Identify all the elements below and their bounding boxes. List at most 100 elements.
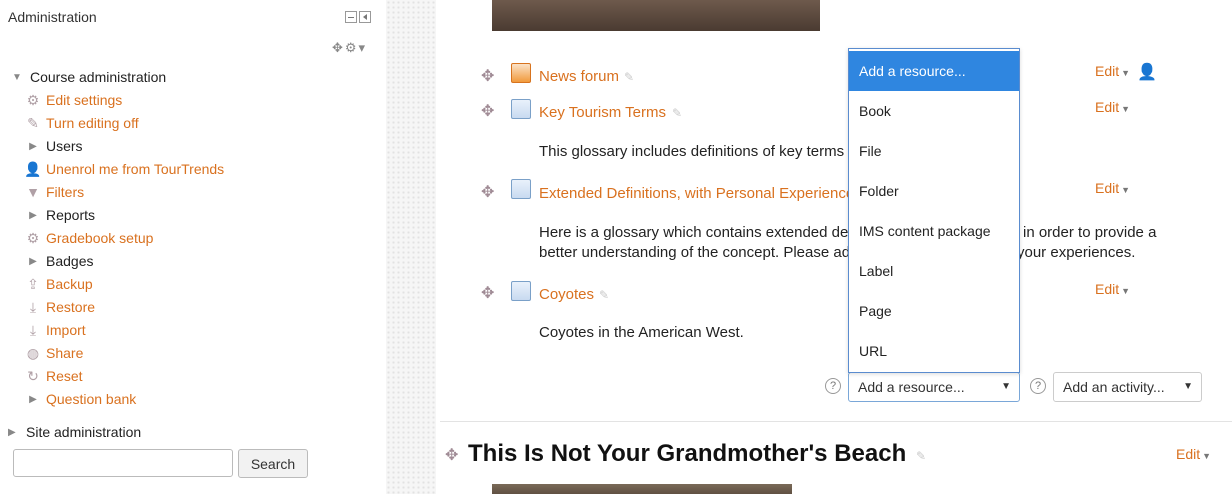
activity-coyotes[interactable]: Coyotes — [539, 286, 594, 303]
admin-item-label: Turn editing off — [46, 115, 139, 131]
gear-icon: ⚙ — [26, 92, 40, 108]
dropdown-option-url[interactable]: URL — [849, 331, 1019, 371]
dock-icon[interactable] — [359, 11, 371, 23]
caret-down-icon: ▼ — [1121, 185, 1131, 195]
region-divider — [386, 0, 436, 494]
caret-down-icon: ▼ — [1121, 286, 1131, 296]
edit-label: Edit — [1095, 99, 1120, 115]
admin-item-label: Import — [46, 322, 86, 338]
admin-item-label: Edit settings — [46, 92, 123, 108]
upload-icon: ⇪ — [27, 276, 39, 292]
admin-item-label: Users — [46, 138, 83, 154]
edit-menu[interactable]: Edit ▼ — [1095, 99, 1130, 115]
section-image-top — [492, 0, 820, 31]
forum-icon — [511, 63, 531, 83]
dropdown-option-label[interactable]: Label — [849, 251, 1019, 291]
extended-description-line2-tail: your experiences. — [1017, 244, 1136, 261]
edit-title-icon[interactable]: ✎ — [916, 449, 926, 463]
user-icon: 👤 — [24, 161, 42, 177]
admin-item-filters[interactable]: ▼ Filters — [24, 181, 84, 204]
glossary-icon — [511, 281, 531, 301]
admin-item-label: Share — [46, 345, 84, 361]
block-title: Administration — [8, 9, 97, 25]
move-icon[interactable]: ✥ — [481, 182, 494, 202]
dropdown-option-page[interactable]: Page — [849, 291, 1019, 331]
download-icon: ⤓ — [29, 299, 37, 315]
admin-item-label: Reset — [46, 368, 83, 384]
move-gear-icon[interactable]: ✥⚙▾ — [332, 40, 367, 56]
edit-menu[interactable]: Edit ▼ — [1176, 446, 1211, 462]
course-administration-label: Course administration — [30, 69, 167, 85]
key-terms-description: This glossary includes definitions of ke… — [539, 143, 845, 160]
filter-icon: ▼ — [26, 184, 40, 200]
administration-block: Administration ✥⚙▾ ▼ Course administrati… — [0, 0, 386, 494]
section-image-bottom — [492, 484, 792, 494]
section-title: This Is Not Your Grandmother's Beach — [468, 440, 907, 467]
glossary-icon — [511, 179, 531, 199]
activity-key-tourism-terms[interactable]: Key Tourism Terms — [539, 104, 666, 121]
admin-item-badges[interactable]: ▶ Badges — [24, 250, 93, 273]
edit-title-icon[interactable]: ✎ — [624, 70, 634, 84]
move-icon[interactable]: ✥ — [481, 283, 494, 303]
edit-menu[interactable]: Edit ▼ — [1095, 281, 1130, 297]
admin-item-reset[interactable]: ↻ Reset — [24, 365, 83, 388]
triangle-right-icon: ▶ — [29, 210, 37, 221]
edit-menu[interactable]: Edit ▼ — [1095, 63, 1130, 79]
admin-item-label: Backup — [46, 276, 93, 292]
admin-item-label: Badges — [46, 253, 94, 269]
admin-item-label: Unenrol me from TourTrends — [46, 161, 225, 177]
extended-description-line1-tail: in order to provide a — [1023, 224, 1157, 241]
admin-item-restore[interactable]: ⤓ Restore — [24, 296, 95, 319]
add-resource-dropdown[interactable]: Add a resource... Book File Folder IMS c… — [848, 48, 1020, 373]
admin-item-backup[interactable]: ⇪ Backup — [24, 273, 93, 296]
caret-down-icon: ▼ — [1121, 68, 1131, 78]
admin-item-turn-editing-off[interactable]: ✎ Turn editing off — [24, 112, 139, 135]
dropdown-option-folder[interactable]: Folder — [849, 171, 1019, 211]
admin-item-users[interactable]: ▶ Users — [24, 135, 83, 158]
activity-news-forum[interactable]: News forum — [539, 68, 619, 85]
help-icon[interactable]: ? — [1030, 378, 1046, 394]
edit-title-icon[interactable]: ✎ — [672, 106, 682, 120]
edit-menu[interactable]: Edit ▼ — [1095, 180, 1130, 196]
dropdown-option-add-resource[interactable]: Add a resource... — [849, 51, 1019, 91]
course-administration-node[interactable]: ▼ Course administration — [8, 66, 166, 89]
glossary-icon — [511, 99, 531, 119]
move-icon[interactable]: ✥ — [481, 101, 494, 121]
add-resource-select[interactable]: Add a resource... ▼ — [848, 372, 1020, 402]
add-resource-select-value: Add a resource... — [858, 379, 965, 395]
user-icon[interactable]: 👤 — [1137, 62, 1157, 82]
search-button[interactable]: Search — [238, 449, 308, 478]
dropdown-option-file[interactable]: File — [849, 131, 1019, 171]
extended-description-line1: Here is a glossary which contains extend… — [539, 224, 849, 241]
move-icon[interactable]: ✥ — [445, 445, 458, 465]
triangle-right-icon: ▶ — [8, 426, 16, 438]
triangle-right-icon: ▶ — [29, 394, 37, 405]
caret-down-icon: ▼ — [1202, 451, 1212, 461]
admin-item-gradebook-setup[interactable]: ⚙ Gradebook setup — [24, 227, 154, 250]
admin-item-unenrol[interactable]: 👤 Unenrol me from TourTrends — [24, 158, 224, 181]
gear-icon: ⚙ — [26, 230, 40, 246]
admin-item-question-bank[interactable]: ▶ Question bank — [24, 388, 136, 411]
admin-item-import[interactable]: ⤓ Import — [24, 319, 86, 342]
admin-item-reports[interactable]: ▶ Reports — [24, 204, 95, 227]
admin-search-input[interactable] — [13, 449, 233, 477]
dropdown-option-book[interactable]: Book — [849, 91, 1019, 131]
triangle-right-icon: ▶ — [29, 141, 37, 152]
edit-label: Edit — [1095, 63, 1120, 79]
admin-item-label: Restore — [46, 299, 96, 315]
dropdown-option-ims-content-package[interactable]: IMS content package — [849, 211, 1019, 251]
add-activity-select[interactable]: Add an activity... ▼ — [1053, 372, 1202, 402]
refresh-icon: ↻ — [27, 368, 39, 384]
minimize-icon[interactable] — [345, 11, 357, 23]
admin-item-label: Filters — [46, 184, 85, 200]
site-administration-node[interactable]: ▶ Site administration — [8, 421, 141, 443]
extended-description-line2: better understanding of the concept. Ple… — [539, 244, 851, 261]
admin-item-edit-settings[interactable]: ⚙ Edit settings — [24, 89, 123, 112]
caret-down-icon: ▼ — [1121, 104, 1131, 114]
edit-title-icon[interactable]: ✎ — [599, 288, 609, 302]
activity-extended-definitions[interactable]: Extended Definitions, with Personal Expe… — [539, 185, 854, 202]
help-icon[interactable]: ? — [825, 378, 841, 394]
move-icon[interactable]: ✥ — [481, 66, 494, 86]
download-icon: ⤓ — [29, 322, 37, 338]
admin-item-share[interactable]: ◍ Share — [24, 342, 83, 365]
